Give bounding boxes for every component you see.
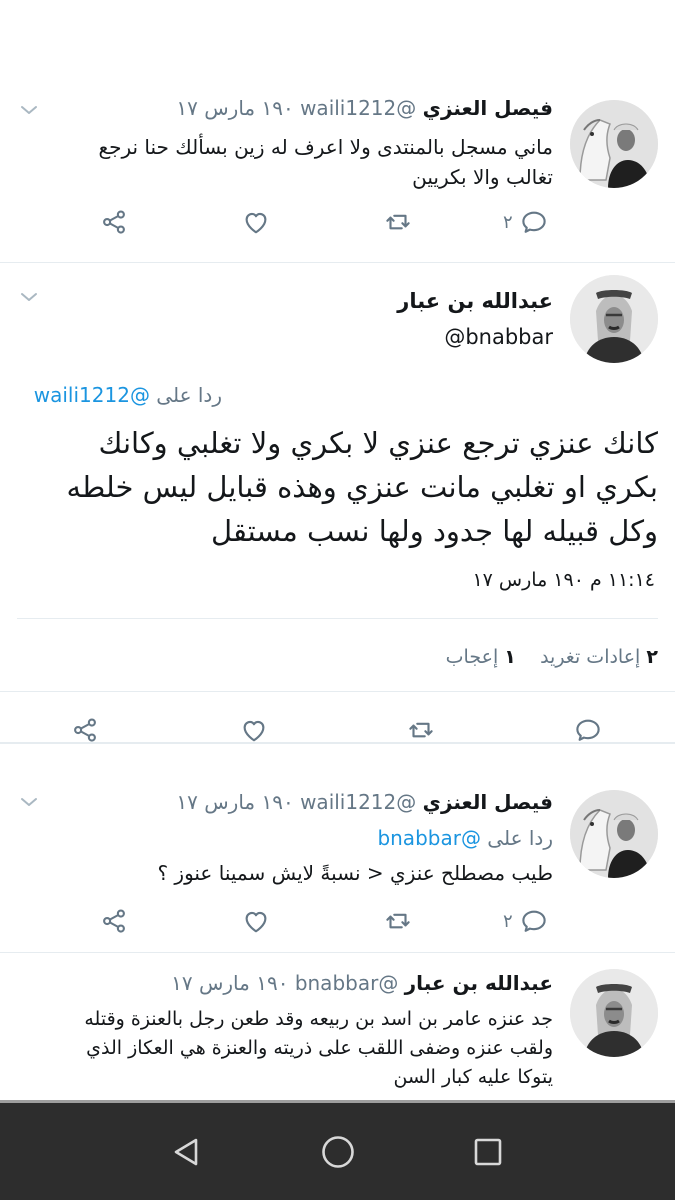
author-handle[interactable]: @waili1212 [300, 96, 416, 120]
system-nav-bar [0, 1100, 675, 1200]
nav-bar-edge [0, 1100, 675, 1103]
retweet-icon [383, 906, 413, 936]
tweet-actions: ٢ [0, 901, 675, 941]
share-icon [70, 715, 100, 745]
avatar[interactable] [570, 275, 658, 363]
share-icon [99, 207, 129, 237]
avatar[interactable] [570, 100, 658, 188]
like-icon [241, 207, 271, 237]
reply-count: ٢ [503, 211, 513, 233]
divider [0, 691, 675, 692]
tweet-timestamp[interactable]: ١١:١٤ م ١٩٠ مارس ١٧ [472, 569, 655, 591]
reply-icon [519, 906, 549, 936]
like-button[interactable] [241, 901, 271, 941]
tweet-actions [0, 710, 675, 750]
chevron-down-icon[interactable] [18, 794, 40, 810]
reply-icon [519, 207, 549, 237]
tweet-date[interactable]: ١٩٠ مارس ١٧ [176, 790, 293, 814]
avatar[interactable] [570, 790, 658, 878]
likes-count: ١ [504, 646, 516, 668]
tweet-text: ماني مسجل بالمنتدى ولا اعرف له زين بسألك… [98, 132, 553, 192]
chevron-down-icon[interactable] [18, 102, 40, 118]
thread-tweet[interactable]: فيصل العنزي @waili1212 ١٩٠ مارس ١٧ ماني … [0, 92, 675, 264]
retweet-icon [383, 207, 413, 237]
tweet-header: فيصل العنزي @waili1212 ١٩٠ مارس ١٧ [176, 790, 553, 814]
tweet-line: وكل قبيله لها جدود ولها نسب مستقل [211, 514, 658, 548]
retweet-button[interactable] [406, 710, 436, 750]
reply-count: ٢ [503, 910, 513, 932]
retweet-icon [406, 715, 436, 745]
retweets-count: ٢ [646, 646, 658, 668]
divider [0, 952, 675, 953]
nav-home-icon[interactable] [320, 1134, 356, 1170]
share-button[interactable] [99, 901, 129, 941]
tweet-date[interactable]: ١٩٠ مارس ١٧ [176, 96, 293, 120]
author-name[interactable]: عبدالله بن عبار [405, 971, 553, 995]
reply-prefix: ردا على [156, 383, 222, 407]
reply-context: ردا على @bnabbar [377, 826, 553, 850]
tweet-date[interactable]: ١٩٠ مارس ١٧ [171, 971, 288, 995]
author-handle[interactable]: @waili1212 [300, 790, 416, 814]
tweet-line: بكري او تغلبي مانت عنزي وهذه قبايل ليس خ… [66, 470, 658, 504]
retweet-button[interactable] [383, 202, 413, 242]
author-handle[interactable]: @bnabbar [444, 325, 553, 349]
like-icon [239, 715, 269, 745]
like-button[interactable] [241, 202, 271, 242]
like-icon [241, 906, 271, 936]
tweet-actions: ٢ [0, 202, 675, 242]
chevron-down-icon[interactable] [18, 289, 40, 305]
tweet-text: طيب مصطلح عنزي < نسبةً لايش سمينا عنوز ؟ [157, 858, 553, 888]
reply-to-link[interactable]: @bnabbar [377, 826, 481, 850]
tweet-line: طيب مصطلح عنزي < نسبةً لايش سمينا عنوز ؟ [157, 861, 553, 885]
tweet-line: تغالب والا بكريين [412, 165, 553, 189]
share-button[interactable] [70, 710, 100, 750]
retweets-label: إعادات تغريد [540, 646, 641, 668]
share-icon [99, 906, 129, 936]
tweet-stats: ٢ إعادات تغريد ١ إعجاب [446, 646, 658, 668]
retweet-button[interactable] [383, 901, 413, 941]
likes-stat[interactable]: ١ إعجاب [446, 646, 516, 668]
focused-tweet: عبدالله بن عبار @bnabbar ردا على @waili1… [0, 263, 675, 743]
like-button[interactable] [239, 710, 269, 750]
divider [0, 742, 675, 744]
thread-tweet[interactable]: عبدالله بن عبار @bnabbar ١٩٠ مارس ١٧ جد … [0, 955, 675, 1100]
tweet-text: كانك عنزي ترجع عنزي لا بكري ولا تغلبي وك… [67, 421, 658, 553]
share-button[interactable] [99, 202, 129, 242]
tweet-line: جد عنزه عامر بن اسد بن ربيعه وقد طعن رجل… [84, 1008, 553, 1030]
tweet-text: جد عنزه عامر بن اسد بن ربيعه وقد طعن رجل… [84, 1005, 553, 1092]
tweet-line: ولقب عنزه وضفى اللقب على ذريته والعنزة ه… [86, 1037, 553, 1059]
reply-to-link[interactable]: @waili1212 [34, 383, 150, 407]
reply-button[interactable]: ٢ [503, 202, 549, 242]
retweets-stat[interactable]: ٢ إعادات تغريد [534, 646, 658, 668]
author-handle[interactable]: @bnabbar [295, 971, 399, 995]
tweet-header: عبدالله بن عبار @bnabbar ١٩٠ مارس ١٧ [171, 971, 553, 995]
likes-label: إعجاب [445, 646, 499, 668]
author-name[interactable]: فيصل العنزي [423, 96, 553, 120]
reply-button[interactable] [573, 710, 603, 750]
nav-recents-icon[interactable] [472, 1136, 504, 1168]
reply-context: ردا على @waili1212 [34, 383, 222, 407]
nav-back-icon[interactable] [170, 1135, 204, 1169]
reply-button[interactable]: ٢ [503, 901, 549, 941]
tweet-line: كانك عنزي ترجع عنزي لا بكري ولا تغلبي وك… [98, 426, 658, 460]
divider [17, 618, 658, 619]
author-name[interactable]: فيصل العنزي [423, 790, 553, 814]
avatar[interactable] [570, 969, 658, 1057]
author-name[interactable]: عبدالله بن عبار [397, 289, 553, 313]
tweet-line: يتوكا عليه كبار السن [393, 1066, 553, 1088]
thread-tweet[interactable]: فيصل العنزي @waili1212 ١٩٠ مارس ١٧ ردا ع… [0, 750, 675, 950]
tweet-header: فيصل العنزي @waili1212 ١٩٠ مارس ١٧ [176, 96, 553, 120]
tweet-line: ماني مسجل بالمنتدى ولا اعرف له زين بسألك… [98, 135, 553, 159]
reply-prefix: ردا على [487, 826, 553, 850]
reply-icon [573, 715, 603, 745]
